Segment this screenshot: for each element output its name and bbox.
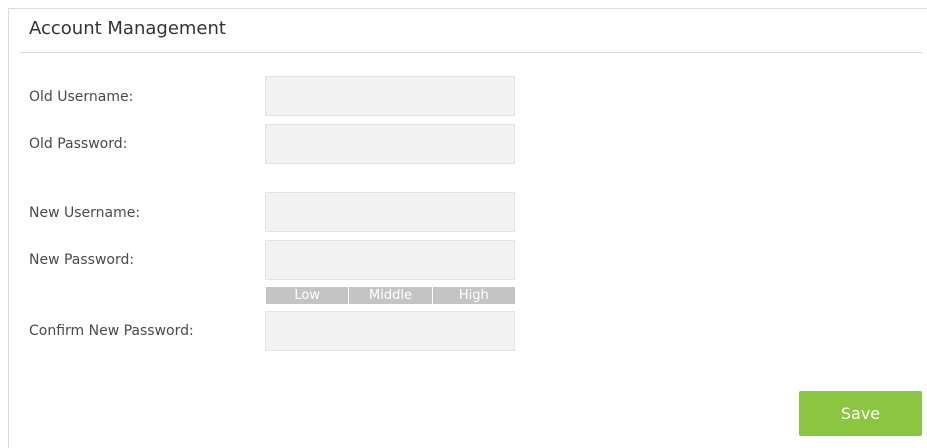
password-strength-meter: Low Middle High xyxy=(266,287,515,304)
strength-low: Low xyxy=(266,287,350,304)
new-username-field[interactable] xyxy=(265,192,515,232)
old-username-field[interactable] xyxy=(265,76,515,116)
confirm-password-label: Confirm New Password: xyxy=(29,323,194,339)
old-username-label: Old Username: xyxy=(29,89,134,105)
new-password-label: New Password: xyxy=(29,252,135,268)
strength-high: High xyxy=(458,288,489,303)
save-button[interactable]: Save xyxy=(799,391,922,436)
new-password-field[interactable] xyxy=(265,240,515,280)
old-password-label: Old Password: xyxy=(29,136,128,152)
section-title: Account Management xyxy=(29,18,226,39)
new-username-label: New Username: xyxy=(29,205,141,221)
confirm-password-field[interactable] xyxy=(265,311,515,351)
strength-middle: Middle xyxy=(349,287,433,304)
title-divider xyxy=(20,52,922,53)
old-password-field[interactable] xyxy=(265,124,515,164)
account-management-panel: Account Management Old Username: Old Pas… xyxy=(8,8,927,448)
